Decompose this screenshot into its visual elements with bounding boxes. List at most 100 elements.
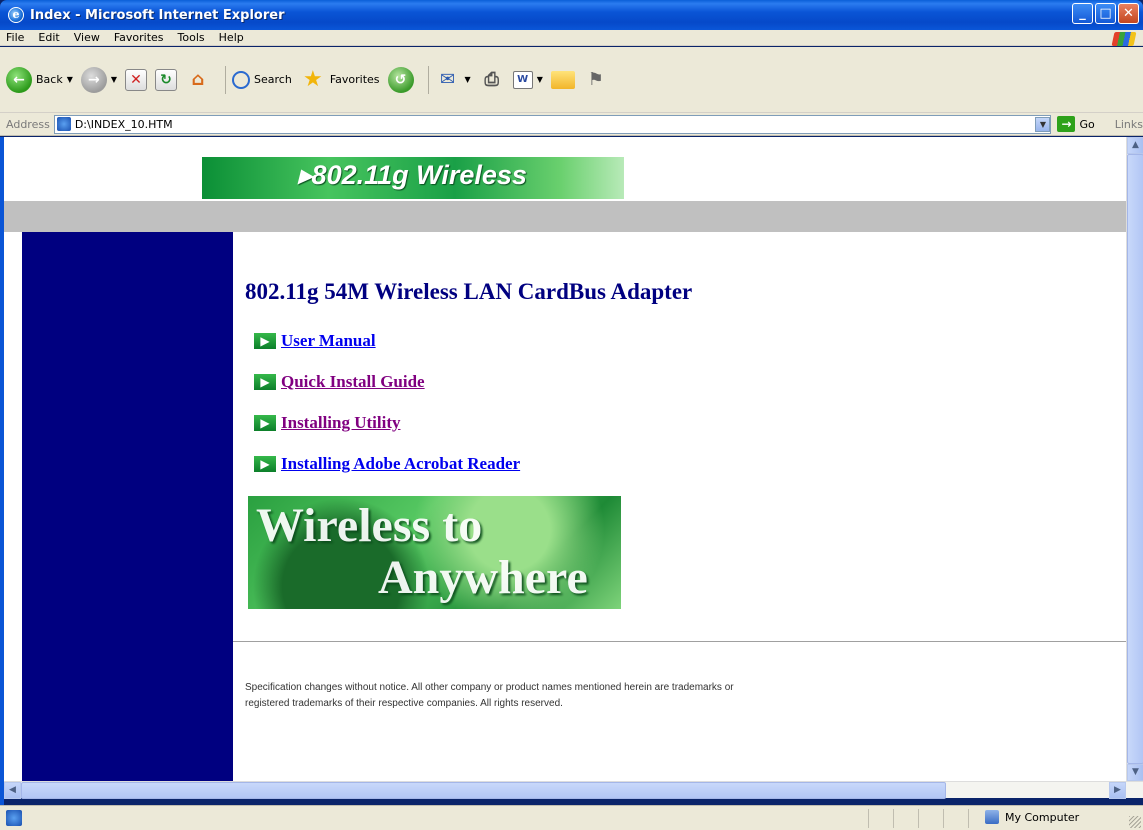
status-cell [868,809,869,828]
link-item-user-manual[interactable]: ▶ User Manual [254,331,376,351]
home-icon: ⌂ [191,69,205,90]
resize-grip[interactable] [1129,816,1141,828]
mail-dropdown-icon[interactable]: ▼ [465,75,471,84]
window-title: Index - Microsoft Internet Explorer [30,7,285,23]
refresh-button[interactable]: ↻ [155,68,178,91]
status-cell [943,809,944,828]
go-button[interactable]: → Go [1057,116,1095,132]
forward-dropdown-icon[interactable]: ▼ [111,75,117,84]
menu-favorites[interactable]: Favorites [114,31,164,44]
menu-edit[interactable]: Edit [38,31,59,44]
toolbar-divider [427,65,429,94]
history-icon: ↺ [387,66,414,93]
image-text-line2: Anywhere [378,551,588,604]
scroll-up-icon[interactable]: ▲ [1127,137,1143,154]
forward-arrow-icon: → [80,66,107,93]
maximize-button[interactable]: □ [1095,3,1116,24]
user-manual-link[interactable]: User Manual [281,331,376,351]
status-cell [893,809,894,828]
address-bar: Address D:\INDEX_10.HTM ▼ → Go Links [0,113,1143,136]
horizontal-scrollbar[interactable]: ◀ ▶ [4,781,1143,799]
address-input[interactable]: D:\INDEX_10.HTM ▼ [53,114,1052,134]
horizontal-rule [233,641,1126,642]
menu-bar: File Edit View Favorites Tools Help [0,30,1143,46]
link-item-quick-install[interactable]: ▶ Quick Install Guide [254,372,425,392]
close-button[interactable]: ✕ [1118,3,1139,24]
menu-file[interactable]: File [6,31,24,44]
link-item-acrobat[interactable]: ▶ Installing Adobe Acrobat Reader [254,454,520,474]
back-arrow-icon: ← [6,66,32,93]
mail-button[interactable]: ✉ ▼ [435,67,471,93]
stop-icon: ✕ [125,68,148,91]
vertical-scrollbar[interactable]: ▲ ▼ [1126,137,1143,781]
scroll-right-icon[interactable]: ▶ [1109,782,1126,799]
back-dropdown-icon[interactable]: ▼ [67,75,73,84]
print-button[interactable]: ⎙ [479,67,505,93]
status-cell [968,809,969,828]
installing-utility-link[interactable]: Installing Utility [281,413,401,433]
toolbar: ← Back ▼ → ▼ ✕ ↻ ⌂ Search ★ Favorites ↺ … [0,47,1143,113]
window-controls: _ □ ✕ [1072,3,1139,24]
footer-line1: Specification changes without notice. Al… [245,682,734,693]
messenger-button[interactable]: ⚑ [583,67,609,93]
back-button[interactable]: ← Back ▼ [6,66,73,93]
scroll-down-icon[interactable]: ▼ [1127,764,1143,781]
messenger-icon: ⚑ [587,69,604,90]
title-bar[interactable]: e Index - Microsoft Internet Explorer _ … [0,0,1143,30]
scroll-left-icon[interactable]: ◀ [4,782,21,799]
mail-icon: ✉ [439,69,456,90]
forward-button[interactable]: → ▼ [80,66,117,93]
word-icon: W [512,70,533,89]
page-viewport: ▸802.11g Wireless 802.11g 54M Wireless L… [4,137,1126,781]
favorites-label: Favorites [329,73,380,86]
back-label: Back [36,73,63,86]
star-icon: ★ [302,67,323,92]
gray-divider-bar [4,201,1126,232]
page-icon [56,117,71,131]
footer-line2: registered trademarks of their respectiv… [245,698,563,709]
address-value[interactable]: D:\INDEX_10.HTM [75,118,173,131]
vertical-scroll-thumb[interactable] [1127,154,1143,764]
windows-logo-icon [1111,32,1137,46]
history-button[interactable]: ↺ [387,66,414,93]
quick-install-guide-link[interactable]: Quick Install Guide [281,372,425,392]
security-zone: My Computer [985,810,1079,824]
page-heading: 802.11g 54M Wireless LAN CardBus Adapter [245,279,693,304]
refresh-icon: ↻ [155,68,178,91]
image-text-line1: Wireless to [256,499,483,552]
menu-tools[interactable]: Tools [178,31,205,44]
address-dropdown-icon[interactable]: ▼ [1035,116,1051,132]
zone-label: My Computer [1005,810,1080,824]
link-item-installing-utility[interactable]: ▶ Installing Utility [254,413,401,433]
horizontal-scroll-thumb[interactable] [21,782,946,799]
search-button[interactable]: Search [232,70,292,89]
status-bar: My Computer [0,805,1143,830]
edit-button[interactable]: W ▼ [512,70,543,89]
menu-view[interactable]: View [74,31,100,44]
go-label: Go [1079,117,1095,131]
toolbar-divider [225,65,227,94]
edit-dropdown-icon[interactable]: ▼ [537,75,543,84]
favorites-button[interactable]: ★ Favorites [300,67,380,93]
green-arrow-icon: ▶ [254,415,276,431]
footer-text: Specification changes without notice. Al… [245,680,865,712]
status-cell [918,809,919,828]
green-arrow-icon: ▶ [254,456,276,472]
installing-acrobat-link[interactable]: Installing Adobe Acrobat Reader [281,454,520,474]
go-arrow-icon: → [1057,116,1076,132]
banner-image: ▸802.11g Wireless [202,157,624,199]
search-label: Search [254,73,292,86]
home-button[interactable]: ⌂ [185,67,211,93]
banner-text: ▸802.11g Wireless [298,160,527,190]
computer-icon [985,810,999,824]
folder-button[interactable] [550,70,575,89]
minimize-button[interactable]: _ [1072,3,1093,24]
ie-icon: e [8,7,24,23]
status-page-icon [6,810,22,826]
stop-button[interactable]: ✕ [125,68,148,91]
green-arrow-icon: ▶ [254,333,276,349]
folder-icon [550,70,575,89]
search-icon [232,70,251,89]
links-button[interactable]: Links [1115,118,1143,131]
menu-help[interactable]: Help [219,31,244,44]
